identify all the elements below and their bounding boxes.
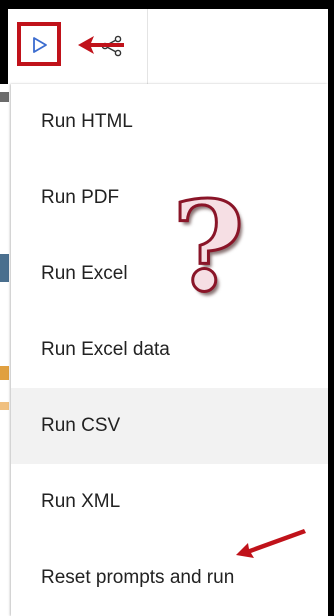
background-fragment xyxy=(0,366,9,380)
background-fragment xyxy=(0,254,9,282)
background-fragment xyxy=(0,402,9,410)
menu-item-run-excel[interactable]: Run Excel xyxy=(11,236,328,312)
background-fragment xyxy=(0,92,9,102)
menu-item-run-pdf[interactable]: Run PDF xyxy=(11,160,328,236)
annotation-arrow-left xyxy=(78,36,124,54)
toolbar-divider xyxy=(147,9,148,84)
play-triangle-icon xyxy=(33,37,47,53)
run-button[interactable] xyxy=(17,22,61,66)
background-strip xyxy=(0,84,11,616)
question-mark-annotation: ? xyxy=(171,175,247,320)
menu-item-run-excel-data[interactable]: Run Excel data xyxy=(11,312,328,388)
menu-item-run-csv[interactable]: Run CSV xyxy=(11,388,328,464)
annotation-arrow-down-left xyxy=(236,529,306,558)
menu-item-run-html[interactable]: Run HTML xyxy=(11,84,328,160)
